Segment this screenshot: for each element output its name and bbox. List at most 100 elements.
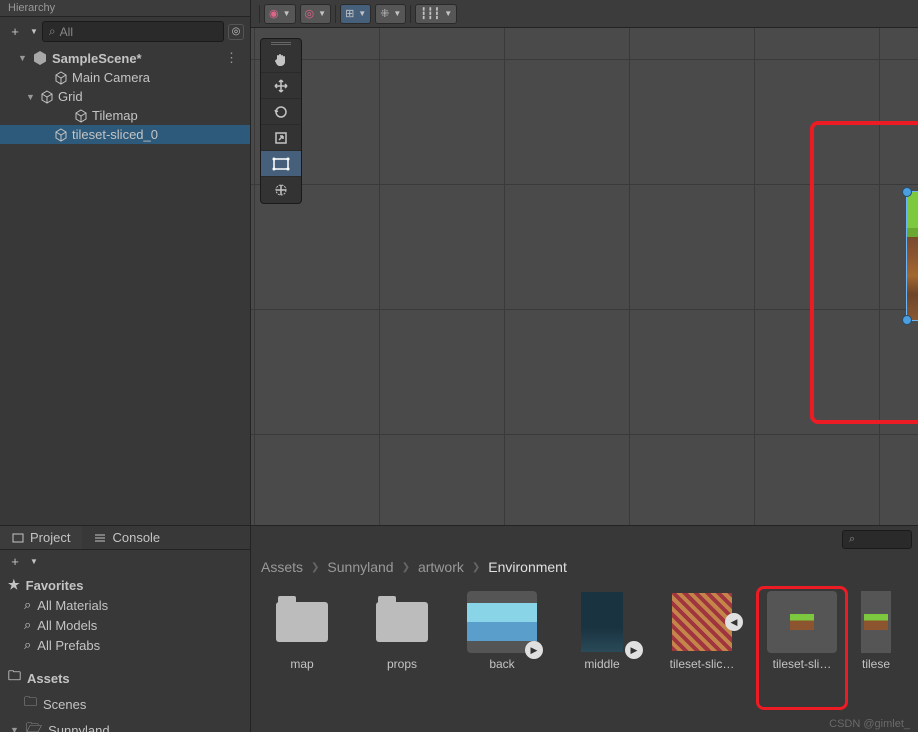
create-dropdown-icon[interactable]: ▼ <box>30 27 38 36</box>
scene-grid <box>251 28 918 525</box>
breadcrumb-item[interactable]: Assets <box>261 559 303 575</box>
item-label: Grid <box>58 89 83 104</box>
item-label: tileset-sliced_0 <box>72 127 158 142</box>
hierarchy-item-tilemap[interactable]: Tilemap <box>0 106 250 125</box>
project-tree: ★ Favorites ⌕ All Materials ⌕ All Models… <box>0 573 250 732</box>
scene-name: SampleScene* <box>52 51 142 66</box>
create-button[interactable]: + <box>6 24 24 39</box>
handle-bottom-left[interactable] <box>902 315 912 325</box>
project-panel: Project Console + ▼ ★ Favorites ⌕ All Ma… <box>0 525 918 732</box>
asset-sprite-partial[interactable]: tilese <box>861 591 891 722</box>
tool-palette <box>260 38 302 204</box>
tab-project[interactable]: Project <box>0 526 82 549</box>
project-search[interactable]: ⌕ <box>842 530 912 549</box>
search-icon: ⌕ <box>849 533 855 545</box>
hierarchy-item-camera[interactable]: Main Camera <box>0 68 250 87</box>
favorite-all-materials[interactable]: ⌕ All Materials <box>0 595 250 615</box>
browser-toolbar: ⌕ <box>251 526 918 553</box>
console-icon <box>94 532 106 544</box>
project-left-column: Project Console + ▼ ★ Favorites ⌕ All Ma… <box>0 526 251 732</box>
project-browser: ⌕ Assets ❯ Sunnyland ❯ artwork ❯ Environ… <box>251 526 918 732</box>
hand-tool[interactable] <box>261 47 301 73</box>
asset-folder-map[interactable]: map <box>261 591 343 722</box>
folder-sunnyland[interactable]: ▼ 🗁 Sunnyland <box>0 717 250 732</box>
expand-icon[interactable]: ▼ <box>26 92 36 102</box>
folder-icon <box>376 602 428 642</box>
transform-tool[interactable] <box>261 177 301 203</box>
gameobject-icon <box>74 109 88 123</box>
search-icon: ⌕ <box>49 24 56 39</box>
texture-preview <box>672 593 732 651</box>
snap-settings-button[interactable]: ⁜▼ <box>375 4 406 24</box>
gameobject-icon <box>54 71 68 85</box>
breadcrumb-current: Environment <box>488 559 567 575</box>
scene-menu-icon[interactable]: ⋮ <box>217 50 246 66</box>
hierarchy-tree: ▼ SampleScene* ⋮ Main Camera ▼ Grid Tile… <box>0 46 250 146</box>
expand-icon[interactable]: ▼ <box>18 53 28 63</box>
asset-texture-back[interactable]: ▶ back <box>461 591 543 722</box>
chevron-right-icon: ❯ <box>402 562 410 573</box>
hierarchy-panel: Hierarchy + ▼ ⌕ All ◎ ▼ SampleScene* ⋮ M… <box>0 0 251 525</box>
project-icon <box>12 532 24 544</box>
breadcrumb-item[interactable]: artwork <box>418 559 464 575</box>
item-label: Main Camera <box>72 70 150 85</box>
project-create-button[interactable]: + <box>6 554 24 569</box>
search-filter-button[interactable]: ◎ <box>228 24 244 40</box>
star-icon: ★ <box>8 577 20 593</box>
hierarchy-header: Hierarchy <box>0 0 250 17</box>
tool-pivot-button[interactable]: ◎▼ <box>300 4 332 24</box>
expand-icon[interactable]: ▶ <box>625 641 643 659</box>
tool-handle-button[interactable]: ◉▼ <box>264 4 296 24</box>
palette-grip[interactable] <box>261 39 301 47</box>
item-label: Tilemap <box>92 108 138 123</box>
hierarchy-item-tileset-sliced[interactable]: tileset-sliced_0 <box>0 125 250 144</box>
hierarchy-toolbar: + ▼ ⌕ All ◎ <box>0 17 250 46</box>
collapse-icon[interactable]: ◀ <box>725 613 743 631</box>
scene-row[interactable]: ▼ SampleScene* ⋮ <box>0 48 250 68</box>
scene-toolbar: ◉▼ ◎▼ ⊞▼ ⁜▼ ┇┇┇▼ <box>251 0 918 28</box>
unity-scene-icon <box>32 50 48 66</box>
folder-icon: 🗀 <box>8 667 21 689</box>
rect-tool[interactable] <box>261 151 301 177</box>
selected-sprite[interactable] <box>907 192 918 320</box>
breadcrumb: Assets ❯ Sunnyland ❯ artwork ❯ Environme… <box>251 553 918 581</box>
asset-texture-tileset[interactable]: ◀ tileset-slic… <box>661 591 743 722</box>
expand-icon[interactable]: ▶ <box>525 641 543 659</box>
asset-grid: map props ▶ back ▶ middle ◀ tileset-slic… <box>251 581 918 732</box>
project-create-dropdown[interactable]: ▼ <box>30 557 38 566</box>
search-icon: ⌕ <box>24 637 31 653</box>
grid-snap-button[interactable]: ⊞▼ <box>340 4 371 24</box>
assets-folder[interactable]: 🗀 Assets <box>0 665 250 691</box>
hierarchy-search[interactable]: ⌕ All <box>42 21 224 42</box>
favorites-header[interactable]: ★ Favorites <box>0 575 250 595</box>
rotate-tool[interactable] <box>261 99 301 125</box>
sprite-preview <box>864 614 888 630</box>
scale-tool[interactable] <box>261 125 301 151</box>
watermark: CSDN @gimlet_ <box>829 718 910 730</box>
breadcrumb-item[interactable]: Sunnyland <box>327 559 393 575</box>
asset-texture-middle[interactable]: ▶ middle <box>561 591 643 722</box>
expand-icon[interactable]: ▼ <box>10 725 20 732</box>
sprite-texture <box>907 192 918 320</box>
folder-scenes[interactable]: 🗀 Scenes <box>0 691 250 717</box>
search-icon: ⌕ <box>24 597 31 613</box>
increment-snap-button[interactable]: ┇┇┇▼ <box>415 4 457 24</box>
favorite-all-models[interactable]: ⌕ All Models <box>0 615 250 635</box>
chevron-right-icon: ❯ <box>472 562 480 573</box>
folder-open-icon: 🗁 <box>26 719 42 732</box>
chevron-right-icon: ❯ <box>311 562 319 573</box>
asset-folder-props[interactable]: props <box>361 591 443 722</box>
folder-icon: 🗀 <box>24 693 37 715</box>
hierarchy-item-grid[interactable]: ▼ Grid <box>0 87 250 106</box>
sprite-preview <box>790 614 814 630</box>
asset-sprite-tileset-sliced-0[interactable]: tileset-sli… <box>761 591 843 722</box>
favorite-all-prefabs[interactable]: ⌕ All Prefabs <box>0 635 250 655</box>
handle-top-left[interactable] <box>902 187 912 197</box>
move-tool[interactable] <box>261 73 301 99</box>
texture-preview <box>467 603 537 641</box>
folder-icon <box>276 602 328 642</box>
project-toolbar: + ▼ <box>0 550 250 573</box>
bottom-tabs: Project Console <box>0 526 250 550</box>
scene-view[interactable]: ◉▼ ◎▼ ⊞▼ ⁜▼ ┇┇┇▼ <box>251 0 918 525</box>
tab-console[interactable]: Console <box>82 526 172 549</box>
